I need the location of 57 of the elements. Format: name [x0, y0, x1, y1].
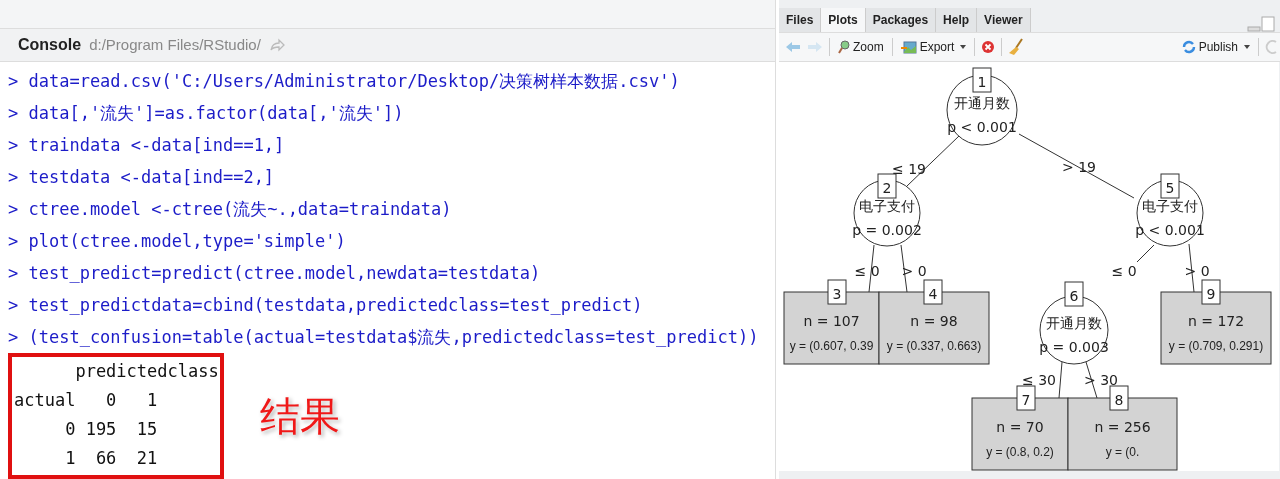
pane-tab[interactable]: Viewer	[977, 8, 1031, 32]
node-variable: 开通月数	[1046, 315, 1102, 331]
node-variable: 电子支付	[1142, 198, 1198, 214]
pane-tab[interactable]: Files	[779, 8, 822, 32]
node-number: 5	[1160, 173, 1180, 199]
code-line: > test_predict=predict(ctree.model,newdata=testdata)	[8, 262, 542, 285]
code-line: > testdata <-data[ind==2,]	[8, 166, 276, 189]
node-number: 4	[923, 279, 943, 305]
code-line: > data=read.csv('C:/Users/Administrator/Desktop/决策树样本数据.csv')	[8, 70, 681, 93]
edge-label: ≤ 0	[1111, 263, 1137, 279]
leaf-distribution: y = (0.607, 0.39	[789, 339, 874, 353]
edge-label: > 0	[1184, 263, 1210, 279]
code-line: > test_predictdata=cbind(testdata,predictedclass=test_predict)	[8, 294, 644, 317]
node-variable: 开通月数	[954, 95, 1010, 111]
code-line: > plot(ctree.model,type='simple')	[8, 230, 347, 253]
leaf-distribution: y = (0.	[1105, 445, 1140, 459]
leaf-count: n = 172	[1187, 313, 1245, 329]
output-line: 0 195 15	[64, 418, 159, 441]
leaf-distribution: y = (0.337, 0.663)	[886, 339, 982, 353]
leaf-distribution: y = (0.709, 0.291)	[1168, 339, 1264, 353]
leaf-count: n = 98	[910, 313, 958, 329]
node-number: 9	[1201, 279, 1221, 305]
leaf-count: n = 107	[803, 313, 860, 329]
publish-button[interactable]: Publish	[1179, 38, 1252, 56]
node-number: 3	[827, 279, 847, 305]
output-line: actual 0 1	[14, 389, 159, 412]
pane-tab[interactable]: Packages	[865, 8, 937, 32]
node-number: 2	[877, 173, 897, 199]
node-p-value: p = 0.002	[852, 222, 922, 238]
edge-label: > 19	[1062, 159, 1096, 175]
leaf-count: n = 70	[996, 419, 1044, 435]
export-button[interactable]: Export	[898, 38, 969, 56]
node-p-value: p < 0.001	[1135, 222, 1205, 238]
zoom-button[interactable]: Zoom	[836, 38, 886, 56]
node-number: 1	[972, 67, 992, 93]
annotation-text: 结果	[260, 391, 340, 441]
leaf-count: n = 256	[1094, 419, 1151, 435]
output-line: 1 66 21	[64, 447, 159, 470]
edge-label: > 30	[1084, 372, 1118, 388]
node-number: 7	[1016, 385, 1036, 411]
code-line: > ctree.model <-ctree(流失~.,data=traindata)	[8, 198, 453, 221]
node-p-value: p = 0.003	[1039, 339, 1109, 355]
leaf-distribution: y = (0.8, 0.2)	[986, 445, 1054, 459]
console-title: Console	[18, 35, 82, 54]
pane-tab[interactable]: Plots	[821, 8, 866, 32]
edge-label: > 0	[901, 263, 927, 279]
code-line: > traindata <-data[ind==1,]	[8, 134, 286, 157]
node-p-value: p < 0.001	[947, 119, 1017, 135]
console-path: d:/Program Files/RStudio/	[89, 36, 261, 54]
edge-label: ≤ 30	[1022, 372, 1056, 388]
code-line: > data[,'流失']=as.factor(data[,'流失'])	[8, 102, 405, 125]
code-line: > (test_confusion=table(actual=testdata$流失,predictedclass=test_predict))	[8, 326, 760, 349]
node-number: 8	[1109, 385, 1129, 411]
edge-label: ≤ 0	[854, 263, 880, 279]
node-number: 6	[1064, 281, 1084, 307]
node-variable: 电子支付	[859, 198, 915, 214]
pane-tab[interactable]: Help	[936, 8, 978, 32]
